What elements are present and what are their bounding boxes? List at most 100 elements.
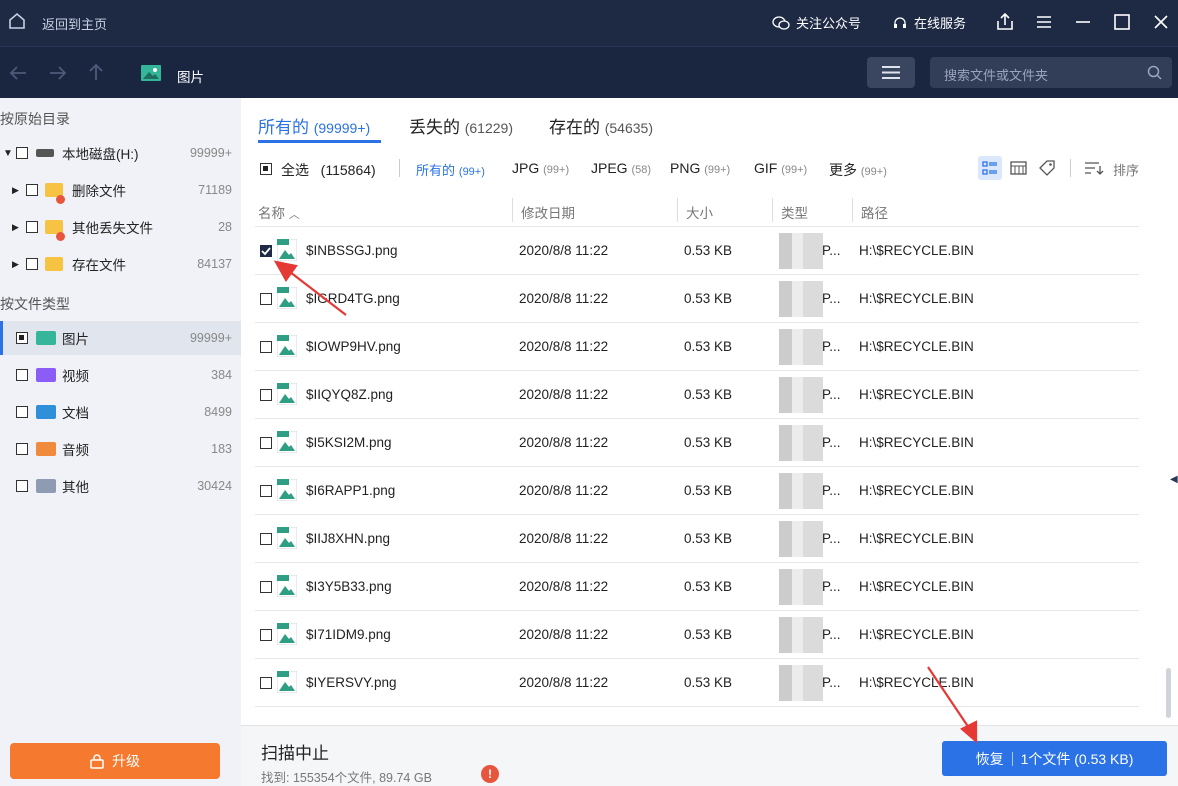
view-menu-button[interactable] [867,57,915,88]
divider [1011,751,1013,766]
table-row[interactable]: $IYERSVY.png 2020/8/8 11:22 0.53 KB P... H:\… [255,659,1139,707]
row-checkbox[interactable] [260,389,272,401]
table-row[interactable]: $I3Y5B33.png 2020/8/8 11:22 0.53 KB P... H:\… [255,563,1139,611]
filter-png[interactable]: PNG (99+) [670,160,730,176]
sidebar-item-video[interactable]: 视频 384 [0,358,241,392]
tab-label: 丢失的 [409,118,460,137]
file-name: $IYERSVY.png [306,675,397,690]
scrollbar-thumb[interactable] [1166,668,1171,718]
tab-lost[interactable]: 丢失的 (61229) [409,113,513,138]
table-row[interactable]: $IGRD4TG.png 2020/8/8 11:22 0.53 KB P... H:\… [255,275,1139,323]
row-checkbox[interactable] [260,629,272,641]
column-separator[interactable] [512,198,513,222]
sort-label[interactable]: 排序 [1113,160,1139,179]
wechat-icon [772,15,790,30]
filter-jpeg[interactable]: JPEG (58) [591,160,651,176]
column-separator[interactable] [852,198,853,222]
picture-icon [141,65,161,81]
sidebar-item-documents[interactable]: 文档 8499 [0,395,241,429]
up-arrow-icon[interactable] [87,62,105,82]
row-checkbox[interactable] [260,293,272,305]
online-service-button[interactable]: 在线服务 [892,13,966,32]
filter-count: (58) [631,164,652,176]
checkbox[interactable] [16,369,28,381]
search-placeholder: 搜索文件或文件夹 [944,68,1049,83]
sort-icon[interactable] [1084,160,1104,176]
checkbox[interactable] [16,406,28,418]
sidebar-item-pictures[interactable]: 图片 99999+ [0,321,241,355]
checkbox[interactable] [16,480,28,492]
search-icon[interactable] [1147,65,1162,80]
filter-all[interactable]: 所有的 (99+) [416,160,485,179]
table-row[interactable]: $IIQYQ8Z.png 2020/8/8 11:22 0.53 KB P... H:\… [255,371,1139,419]
row-checkbox[interactable] [260,485,272,497]
table-row[interactable]: $I5KSI2M.png 2020/8/8 11:22 0.53 KB P... H:\… [255,419,1139,467]
column-date[interactable]: 修改日期 [521,202,575,222]
sidebar-item-drive[interactable]: ▼ 本地磁盘(H:) 99999+ [0,136,241,170]
row-checkbox[interactable] [260,677,272,689]
table-row[interactable]: $I6RAPP1.png 2020/8/8 11:22 0.53 KB P... H:\… [255,467,1139,515]
column-type[interactable]: 类型 [781,202,808,222]
redacted-type [779,569,823,605]
back-arrow-icon[interactable] [8,64,28,82]
close-icon[interactable] [1150,11,1172,33]
sidebar-item-other-lost[interactable]: ▶ 其他丢失文件 28 [0,210,241,244]
file-size: 0.53 KB [684,291,733,306]
file-type: P... [822,435,841,450]
select-all-checkbox[interactable] [260,163,272,175]
sidebar-item-other[interactable]: 其他 30424 [0,469,241,503]
checkbox[interactable] [16,332,28,344]
expand-right-icon[interactable]: ▶ [12,259,19,270]
checkbox[interactable] [26,258,38,270]
sidebar-item-audio[interactable]: 音频 183 [0,432,241,466]
column-path[interactable]: 路径 [861,202,888,222]
tab-existing[interactable]: 存在的 (54635) [549,113,653,138]
table-row[interactable]: $IIJ8XHN.png 2020/8/8 11:22 0.53 KB P... H:\… [255,515,1139,563]
warning-icon[interactable]: ! [481,765,499,783]
column-separator[interactable] [772,198,773,222]
forward-arrow-icon[interactable] [48,64,68,82]
checkbox[interactable] [26,221,38,233]
checkbox[interactable] [26,184,38,196]
tab-all[interactable]: 所有的 (99999+) [258,113,370,138]
sort-asc-icon: ︿ [288,209,300,221]
row-checkbox[interactable] [260,437,272,449]
sidebar-item-deleted-files[interactable]: ▶ 删除文件 71189 [0,173,241,207]
follow-button[interactable]: 关注公众号 [772,13,861,32]
expand-right-icon[interactable]: ▶ [12,185,19,196]
list-view-button[interactable] [978,156,1002,180]
checkbox[interactable] [16,443,28,455]
checkbox[interactable] [16,147,28,159]
table-row[interactable]: $IOWP9HV.png 2020/8/8 11:22 0.53 KB P... H:\… [255,323,1139,371]
row-checkbox[interactable] [260,245,272,257]
recover-button[interactable]: 恢复 1个文件 (0.53 KB) [942,741,1167,776]
column-separator[interactable] [677,198,678,222]
file-size: 0.53 KB [684,435,733,450]
grid-view-icon[interactable] [1010,160,1027,176]
row-checkbox[interactable] [260,533,272,545]
table-row[interactable]: $INBSSGJ.png 2020/8/8 11:22 0.53 KB P... H:\… [255,227,1139,275]
share-icon[interactable] [994,11,1016,33]
expand-right-icon[interactable]: ▶ [12,222,19,233]
menu-icon[interactable] [1033,11,1055,33]
row-checkbox[interactable] [260,341,272,353]
search-input[interactable]: 搜索文件或文件夹 [930,57,1172,88]
sidebar-item-existing-files[interactable]: ▶ 存在文件 84137 [0,247,241,281]
maximize-icon[interactable] [1111,11,1133,33]
minimize-icon[interactable] [1072,11,1094,33]
back-to-home-link[interactable]: 返回到主页 [42,14,107,33]
expand-down-icon[interactable]: ▼ [3,148,13,159]
upgrade-button[interactable]: 升级 [10,743,220,779]
home-icon[interactable] [8,12,26,30]
collapse-panel-icon[interactable]: ◀ [1170,474,1178,485]
select-all-label[interactable]: 全选 (115864) [281,160,376,180]
column-size[interactable]: 大小 [686,202,713,222]
column-name[interactable]: 名称 ︿ [258,202,300,222]
file-size: 0.53 KB [684,627,733,642]
filter-jpg[interactable]: JPG (99+) [512,160,569,176]
tag-icon[interactable] [1038,159,1056,177]
row-checkbox[interactable] [260,581,272,593]
table-row[interactable]: $I71IDM9.png 2020/8/8 11:22 0.53 KB P... H:\… [255,611,1139,659]
filter-gif[interactable]: GIF (99+) [754,160,807,176]
filter-more[interactable]: 更多 (99+) [829,160,887,180]
